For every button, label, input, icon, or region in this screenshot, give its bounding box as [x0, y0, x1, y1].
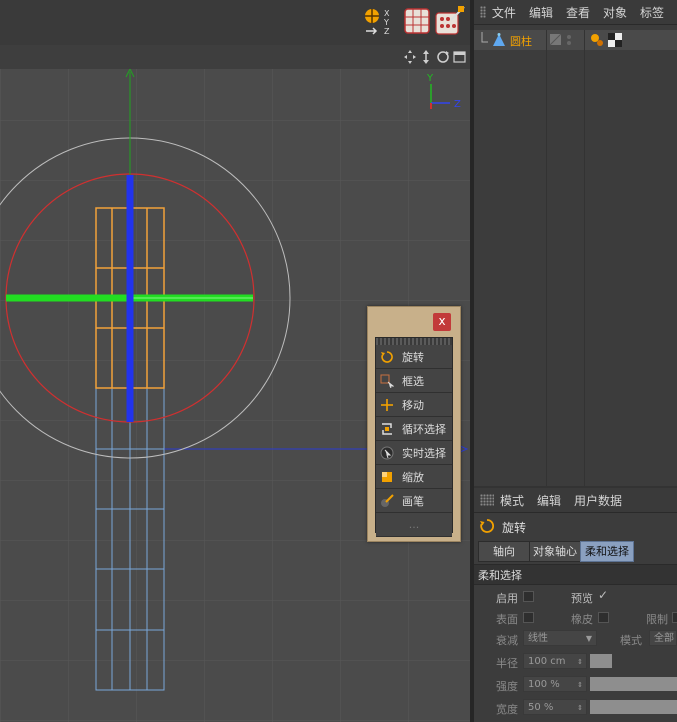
tool-more[interactable]: ...	[376, 513, 452, 537]
phong-tag-icon[interactable]	[590, 33, 604, 47]
attribute-manager-menu: 模式 编辑 用户数据	[474, 488, 677, 513]
width-slider[interactable]	[590, 700, 677, 714]
maximize-view-icon[interactable]	[453, 51, 466, 63]
scale-icon	[380, 470, 394, 484]
object-manager: 文件 编辑 查看 对象 标签 圆柱	[474, 0, 677, 486]
tab-object-axis[interactable]: 对象轴心	[529, 541, 581, 562]
orbit-icon[interactable]	[437, 51, 449, 63]
menu-object[interactable]: 对象	[603, 4, 627, 21]
object-row-cylinder[interactable]: 圆柱	[474, 30, 677, 50]
top-toolbar: X Y Z	[0, 0, 470, 45]
falloff-select[interactable]: 线性 ▼	[523, 630, 597, 646]
rubber-checkbox[interactable]	[598, 612, 609, 623]
palette-close-button[interactable]: x	[433, 313, 451, 331]
tool-move[interactable]: 移动	[376, 393, 452, 417]
paint-brush-icon[interactable]	[434, 6, 465, 36]
loop-select-icon	[380, 422, 394, 436]
menu-mode[interactable]: 模式	[500, 492, 524, 509]
coordinate-system-button[interactable]: X Y Z	[362, 6, 398, 36]
svg-text:X: X	[384, 9, 390, 18]
tool-rotate[interactable]: 旋转	[376, 345, 452, 369]
strength-slider[interactable]	[590, 677, 677, 691]
tab-soft-selection[interactable]: 柔和选择	[580, 541, 634, 562]
snap-grid-icon[interactable]	[402, 6, 432, 36]
rotate-tool-icon	[480, 519, 494, 533]
panel-grip-icon[interactable]	[480, 494, 494, 506]
tool-list: 旋转 框选 移动 循环选择 实时选择 缩放 画笔 ...	[375, 337, 453, 537]
cylinder-object-icon	[493, 33, 505, 46]
mode-label: 模式	[620, 634, 642, 647]
menu-edit[interactable]: 编辑	[529, 4, 553, 21]
axis-y-label: Y	[426, 73, 434, 84]
strength-field[interactable]: 100 % ⇕	[523, 676, 587, 692]
pan-icon[interactable]	[404, 50, 416, 64]
radius-label: 半径	[496, 657, 518, 670]
menu-view[interactable]: 查看	[566, 4, 590, 21]
visibility-editor-icon[interactable]	[567, 35, 571, 39]
rubber-label: 橡皮	[571, 613, 593, 626]
radius-field[interactable]: 100 cm ⇕	[523, 653, 587, 669]
width-label: 宽度	[496, 703, 518, 716]
enable-label: 启用	[496, 592, 518, 605]
visibility-render-icon[interactable]	[567, 41, 571, 45]
enable-checkbox[interactable]	[523, 591, 534, 602]
surface-checkbox[interactable]	[523, 612, 534, 623]
tool-scale[interactable]: 缩放	[376, 465, 452, 489]
falloff-label: 衰减	[496, 634, 518, 647]
stepper-icon[interactable]: ⇕	[577, 700, 583, 716]
limit-label: 限制	[646, 613, 668, 626]
menu-tags[interactable]: 标签	[640, 4, 664, 21]
rectangle-select-icon	[380, 374, 394, 388]
brush-icon	[380, 493, 394, 508]
svg-text:Z: Z	[384, 27, 390, 36]
object-name[interactable]: 圆柱	[510, 33, 532, 49]
palette-drag-strip[interactable]	[376, 338, 452, 345]
tab-axis[interactable]: 轴向	[478, 541, 530, 562]
tool-rectangle-select[interactable]: 框选	[376, 369, 452, 393]
material-tag-icon[interactable]	[608, 33, 622, 47]
tool-title: 旋转	[502, 521, 527, 535]
surface-label: 表面	[496, 613, 518, 626]
viewport-header	[0, 45, 470, 70]
tool-loop-select[interactable]: 循环选择	[376, 417, 452, 441]
limit-checkbox[interactable]	[672, 612, 677, 623]
move-icon	[380, 398, 394, 412]
preview-checkbox[interactable]: ✓	[598, 588, 608, 602]
live-select-icon	[380, 446, 394, 460]
menu-user-data[interactable]: 用户数据	[574, 492, 622, 509]
panel-grip-icon[interactable]	[480, 6, 486, 18]
tool-palette[interactable]: x 旋转 框选 移动 循环选择 实时选择 缩放 画笔 ...	[367, 306, 461, 542]
menu-file[interactable]: 文件	[492, 4, 516, 21]
mode-select[interactable]: 全部	[649, 630, 677, 646]
tool-live-select[interactable]: 实时选择	[376, 441, 452, 465]
rotate-icon	[380, 350, 394, 364]
stepper-icon[interactable]: ⇕	[577, 654, 583, 670]
object-manager-menu: 文件 编辑 查看 对象 标签	[474, 0, 677, 25]
dolly-icon[interactable]	[423, 50, 429, 64]
axis-z-label: Z	[454, 99, 461, 110]
chevron-down-icon: ▼	[585, 634, 592, 643]
stepper-icon[interactable]: ⇕	[577, 677, 583, 693]
width-field[interactable]: 50 % ⇕	[523, 699, 587, 715]
menu-edit[interactable]: 编辑	[537, 492, 561, 509]
section-title: 柔和选择	[478, 569, 522, 582]
strength-label: 强度	[496, 680, 518, 693]
tool-brush[interactable]: 画笔	[376, 489, 452, 513]
radius-slider[interactable]	[590, 654, 612, 668]
preview-label: 预览	[571, 592, 593, 605]
svg-text:Y: Y	[383, 18, 389, 27]
section-header[interactable]: 柔和选择	[474, 564, 677, 585]
